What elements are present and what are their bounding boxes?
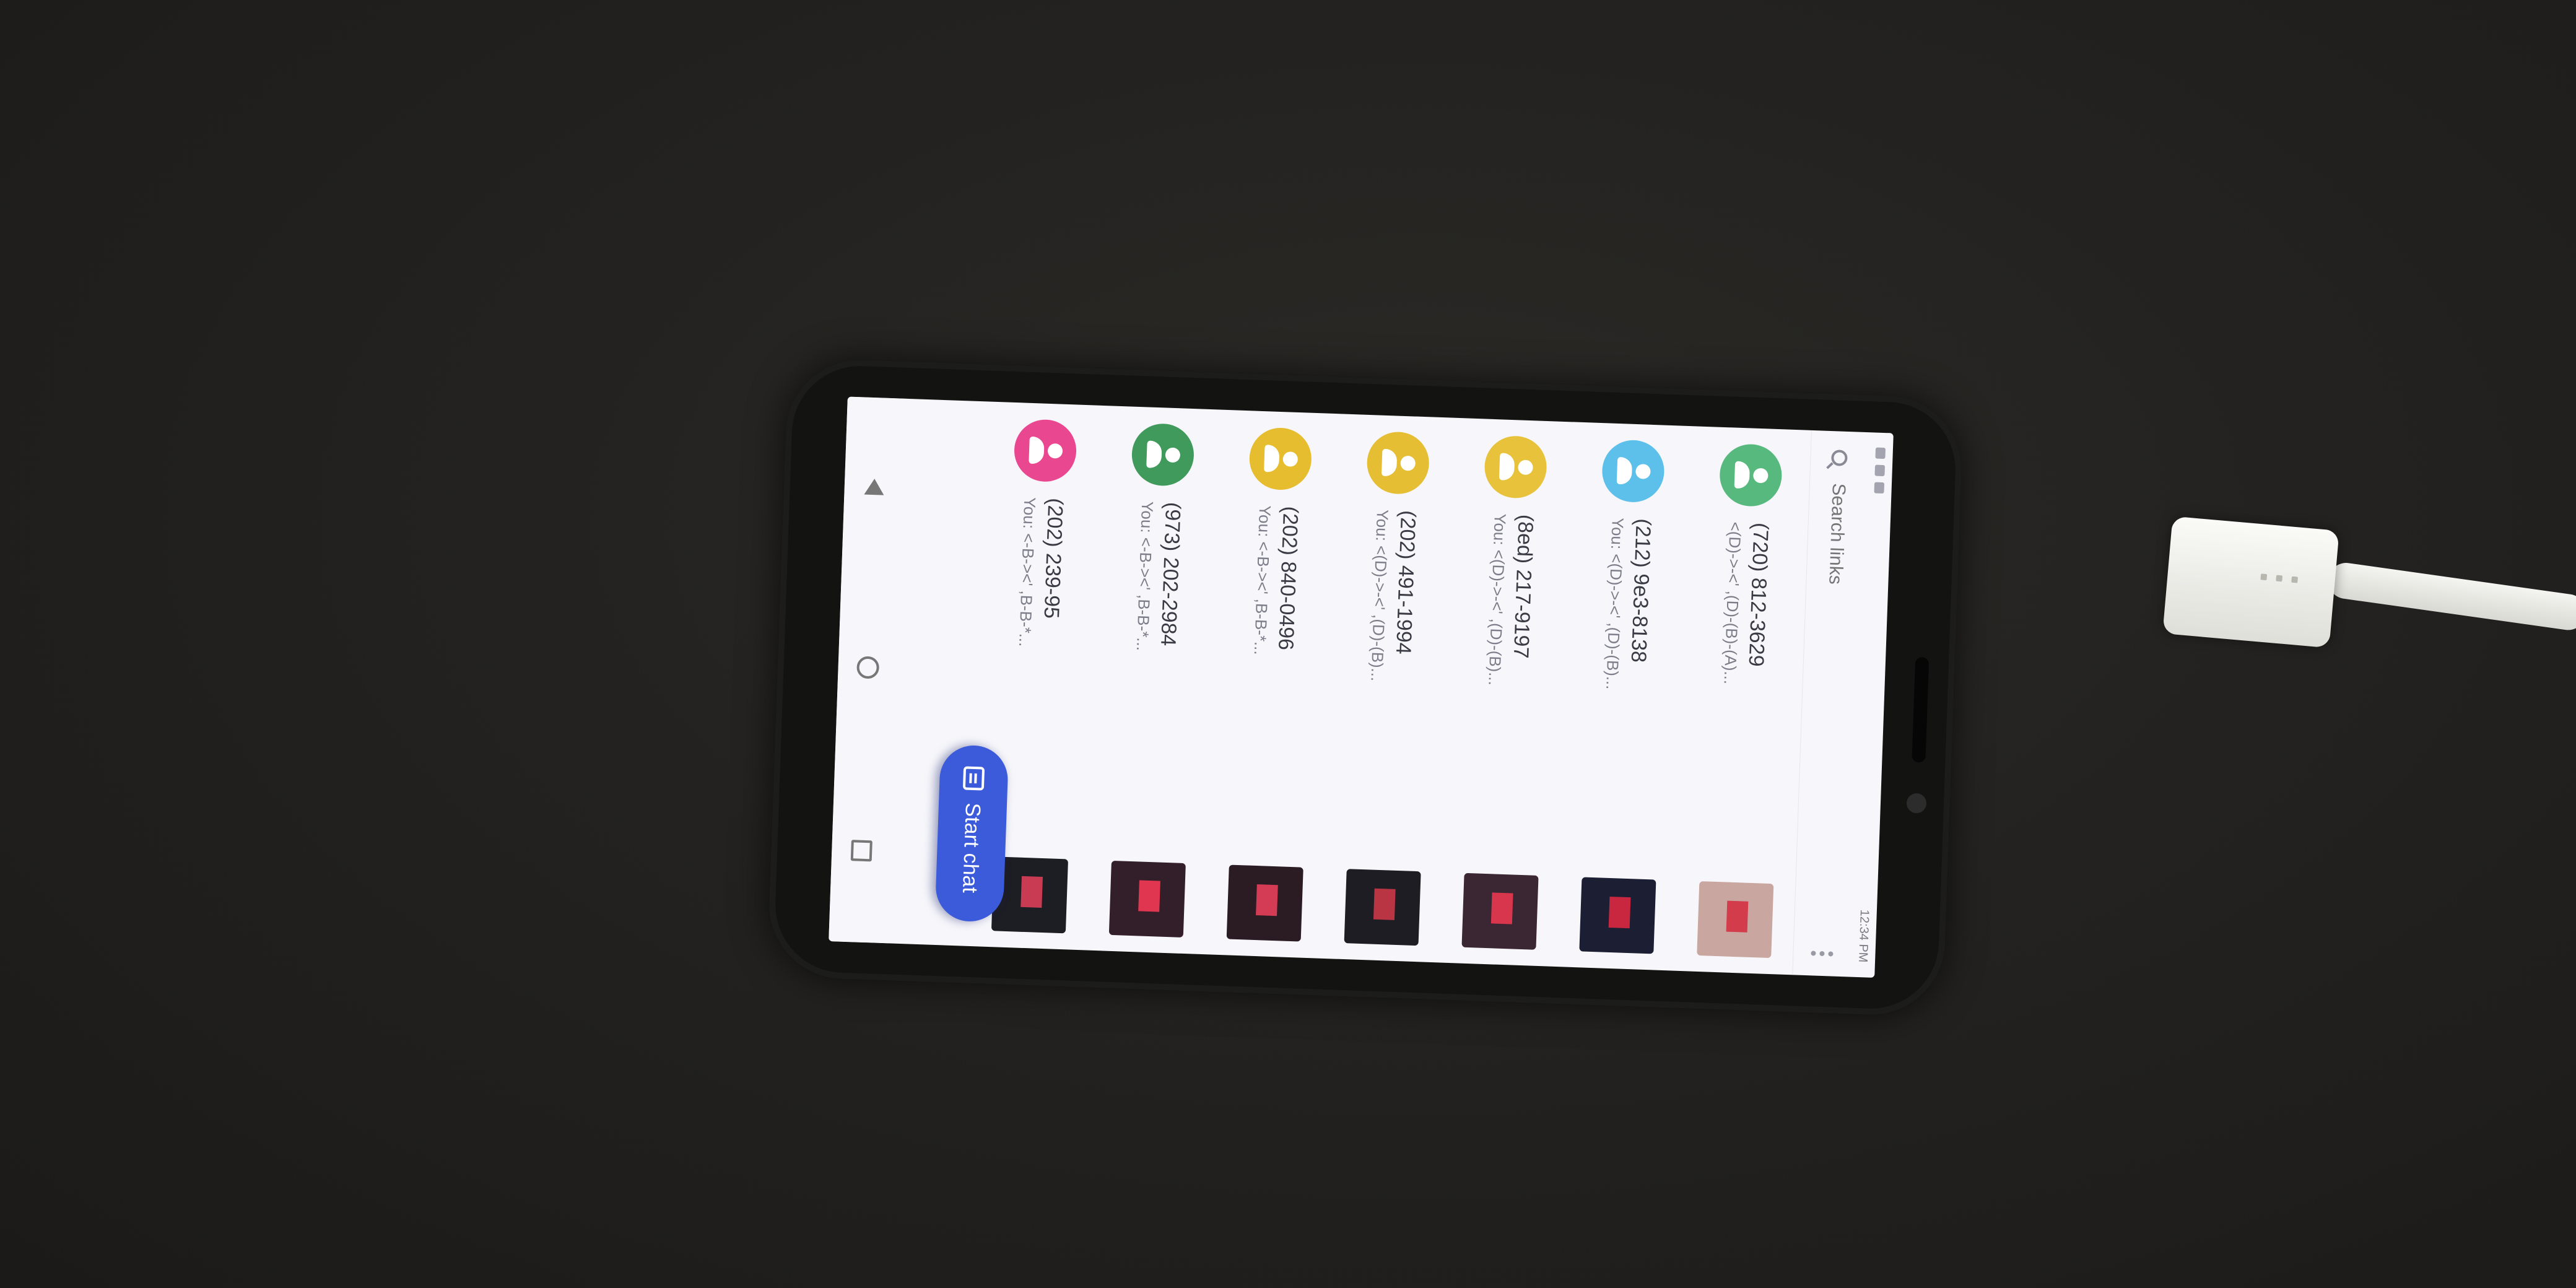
media-thumbnail[interactable]: [1579, 877, 1656, 954]
status-time: 12:34 PM: [1856, 909, 1872, 963]
conversation-text: (202) 491-1994 You: <(D)->-<' ,(D)-(B)...: [1361, 509, 1420, 855]
search-icon[interactable]: [1830, 450, 1848, 466]
conversation-text: (973) 202-2984 You: <-B-><' ,B-B-*...: [1126, 501, 1185, 846]
phone: 12:34 PM (720) 812-3629<(D)->-<' ,(D)-(B…: [767, 357, 1964, 1017]
media-thumbnail[interactable]: [1344, 869, 1421, 946]
conversation-row[interactable]: (202) 491-1994 You: <(D)->-<' ,(D)-(B)...: [1322, 414, 1459, 962]
conversation-row[interactable]: (973) 202-2984 You: <-B-><' ,B-B-*...: [1087, 406, 1224, 954]
start-chat-label: Start chat: [958, 802, 985, 894]
home-icon[interactable]: [856, 656, 880, 679]
conversation-text: (202) 840-0496 You: <-B-><' ,B-B-*...: [1243, 505, 1302, 851]
chat-icon: [962, 766, 985, 791]
back-icon[interactable]: [864, 478, 885, 495]
usb-cable: [2325, 560, 2576, 633]
messages-screen: 12:34 PM (720) 812-3629<(D)->-<' ,(D)-(B…: [829, 396, 1894, 978]
conversation-row[interactable]: (8ed) 217-9197 You: <(D)->-<' ,(D)-(B)...: [1440, 418, 1577, 967]
media-thumbnail[interactable]: [1461, 872, 1539, 950]
navigation-bar: [829, 396, 907, 944]
media-thumbnail[interactable]: [1108, 860, 1186, 938]
earpiece: [1912, 656, 1930, 763]
conversation-text: (8ed) 217-9197 You: <(D)->-<' ,(D)-(B)...: [1479, 513, 1538, 859]
conversation-list: (720) 812-3629 <(D)->-<' ,(D)-(B)-(A)... (…: [969, 401, 1811, 975]
conversation-row[interactable]: (212) 9e3-8138 You: <(D)->-<' ,(D)-(B)...: [1557, 422, 1694, 971]
contact-avatar-icon: [1131, 422, 1195, 487]
conversation-row[interactable]: (720) 812-3629 <(D)->-<' ,(D)-(B)-(A)...: [1674, 426, 1811, 975]
recents-icon[interactable]: [850, 840, 872, 862]
contact-avatar-icon: [1601, 439, 1666, 503]
contact-avatar-icon: [1483, 435, 1548, 499]
more-options-icon[interactable]: [1811, 951, 1834, 957]
start-chat-button[interactable]: Start chat: [934, 744, 1009, 923]
media-thumbnail[interactable]: [1697, 881, 1774, 959]
search-input[interactable]: [1811, 481, 1850, 936]
media-thumbnail[interactable]: [1226, 864, 1303, 942]
contact-avatar-icon: [1248, 427, 1313, 491]
conversation-row[interactable]: (202) 840-0496 You: <-B-><' ,B-B-*...: [1204, 410, 1341, 959]
photo-scene: 12:34 PM (720) 812-3629<(D)->-<' ,(D)-(B…: [0, 0, 2576, 1288]
contact-avatar-icon: [1365, 430, 1430, 495]
contact-avatar-icon: [1013, 419, 1077, 483]
usb-plug: [2162, 516, 2339, 648]
conversation-text: (212) 9e3-8138 You: <(D)->-<' ,(D)-(B)...: [1596, 518, 1655, 863]
conversation-text: (720) 812-3629 <(D)->-<' ,(D)-(B)-(A)...: [1713, 521, 1773, 867]
notification-icons: [1874, 447, 1886, 494]
contact-avatar-icon: [1718, 443, 1783, 508]
conversation-text: (202) 239-95 You: <-B-><' ,B-B-*...: [1008, 497, 1067, 842]
front-camera: [1906, 793, 1927, 814]
